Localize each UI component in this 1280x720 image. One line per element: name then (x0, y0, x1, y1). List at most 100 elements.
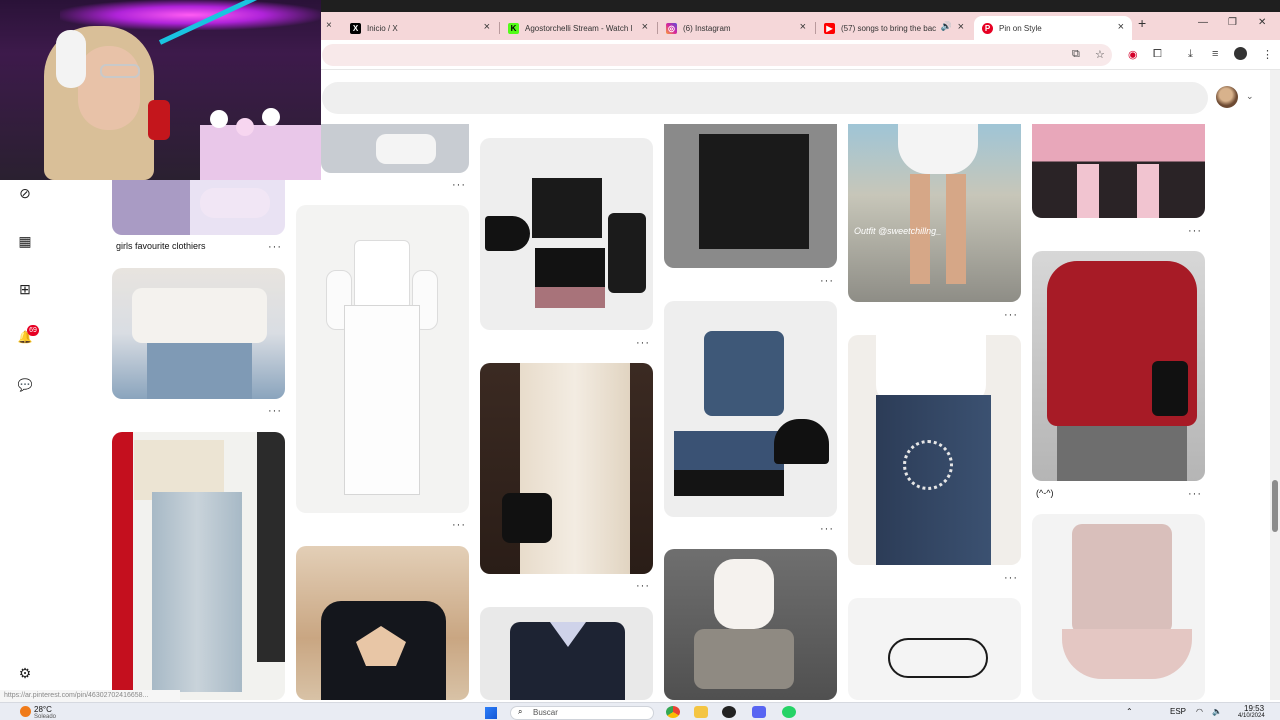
pin-image[interactable] (1032, 251, 1205, 481)
speaker-icon[interactable]: 🔊 (941, 21, 952, 32)
language-indicator[interactable]: ESP (1170, 707, 1186, 716)
white-top-shape (354, 240, 410, 310)
pin-image[interactable]: Outfit @sweetchillng_ (848, 124, 1021, 302)
taskbar-search-box[interactable] (510, 706, 654, 720)
tab-close-icon[interactable]: × (958, 21, 964, 33)
tab-youtube[interactable]: ▶ (57) songs to bring the bac 🔊 × (816, 16, 972, 40)
pin-image[interactable] (480, 138, 653, 330)
pin-more-icon[interactable]: ··· (636, 337, 650, 349)
tab-x[interactable]: X Inicio / X × (342, 16, 498, 40)
browser-menu-icon[interactable]: ⋮ (1262, 48, 1273, 61)
pin-image[interactable] (480, 363, 653, 574)
tab-close-icon[interactable]: × (642, 21, 648, 33)
tab-close-icon[interactable]: × (326, 20, 332, 31)
microphone-icon (148, 100, 170, 140)
create-pin-icon[interactable]: ⊞ (16, 280, 34, 298)
maximize-button[interactable]: ❐ (1228, 17, 1237, 28)
pin-caption[interactable]: girls favourite clothiers (116, 241, 206, 251)
file-explorer-icon[interactable] (694, 706, 708, 718)
pin-overlay-text: Outfit @sweetchillng_ (854, 226, 942, 236)
pin-image[interactable] (848, 335, 1021, 565)
clock-time[interactable]: 19:53 (1244, 704, 1264, 713)
pin-image[interactable] (112, 268, 285, 399)
tab-close-icon[interactable]: × (1118, 21, 1124, 33)
obs-app-icon[interactable] (722, 706, 736, 718)
download-icon[interactable]: ⤓ (1188, 48, 1193, 61)
weather-sun-icon[interactable] (20, 706, 31, 717)
discord-app-icon[interactable] (752, 706, 766, 718)
user-avatar[interactable] (1216, 86, 1238, 108)
pin-more-icon[interactable]: ··· (1188, 488, 1202, 500)
pin-more-icon[interactable]: ··· (820, 275, 834, 287)
bookmark-star-icon[interactable]: ☆ (1095, 48, 1105, 61)
whatsapp-app-icon[interactable] (782, 706, 796, 718)
pin-more-icon[interactable]: ··· (820, 523, 834, 535)
youtube-logo-icon: ▶ (824, 22, 835, 34)
weather-temperature[interactable]: 28°C (34, 705, 52, 714)
tab-close-icon[interactable]: × (800, 21, 806, 33)
volume-icon[interactable]: 🔈 (1212, 707, 1222, 716)
clock-date[interactable]: 4/10/2024 (1238, 713, 1265, 719)
instagram-logo-icon: ◎ (666, 22, 677, 34)
grey-skirt-shape (694, 629, 794, 689)
tab-close-icon[interactable]: × (484, 21, 490, 33)
extension-icon[interactable]: ◉ (1128, 48, 1138, 61)
page-scrollbar-thumb[interactable] (1272, 480, 1278, 532)
pin-image[interactable] (296, 546, 469, 700)
pin-image[interactable] (1032, 514, 1205, 700)
bow-detail-shape (888, 638, 988, 678)
pin-more-icon[interactable]: ··· (268, 241, 282, 253)
tab-pinterest[interactable]: P Pin on Style × (974, 16, 1132, 40)
pin-image[interactable] (848, 598, 1021, 700)
pin-image[interactable] (112, 432, 285, 700)
pin-image[interactable] (480, 607, 653, 700)
ruffle-hem-shape (1062, 629, 1192, 679)
tray-chevron-icon[interactable]: ⌃ (1126, 707, 1133, 716)
shoes-shape (376, 134, 436, 164)
pin-image[interactable] (664, 549, 837, 700)
close-window-button[interactable]: ✕ (1258, 17, 1266, 28)
boards-icon[interactable]: ▦ (16, 232, 34, 250)
pin-image[interactable] (664, 124, 837, 268)
address-input[interactable] (322, 44, 1112, 66)
extensions-puzzle-icon[interactable]: ⧠ (1153, 48, 1162, 61)
pin-image[interactable] (112, 180, 285, 235)
pin-more-icon[interactable]: ··· (1004, 309, 1018, 321)
reading-list-icon[interactable]: ≡ (1212, 48, 1218, 60)
black-boots-shape (608, 213, 646, 293)
profile-avatar-icon[interactable] (1234, 47, 1247, 60)
pinterest-search-bar[interactable] (322, 82, 1208, 114)
pin-more-icon[interactable]: ··· (452, 519, 466, 531)
pin-more-icon[interactable]: ··· (1188, 225, 1202, 237)
pin-image[interactable] (296, 205, 469, 513)
page-scrollbar-track[interactable] (1270, 70, 1280, 700)
denim-corset-shape (704, 331, 784, 416)
chevron-down-icon[interactable]: ⌄ (1246, 91, 1254, 102)
lace-jeans-shape (152, 492, 242, 692)
messages-icon[interactable]: 💬 (16, 376, 34, 394)
pin-more-icon[interactable]: ··· (636, 580, 650, 592)
weather-description: Soleado (34, 714, 57, 720)
pin-more-icon[interactable]: ··· (452, 179, 466, 191)
settings-gear-icon[interactable]: ⚙ (16, 664, 34, 682)
tab-label: (57) songs to bring the bac (841, 23, 937, 33)
tab-label: Inicio / X (367, 23, 398, 33)
pink-sock-shape (1077, 164, 1099, 218)
pin-image[interactable] (664, 301, 837, 517)
wifi-icon[interactable]: ◠ (1196, 707, 1203, 716)
minimize-button[interactable]: — (1198, 17, 1208, 28)
leg-shape (946, 174, 966, 284)
pink-sock-shape (1137, 164, 1159, 218)
pin-more-icon[interactable]: ··· (268, 405, 282, 417)
new-tab-button[interactable]: + (1138, 15, 1146, 31)
pin-caption[interactable]: (^-^) (1036, 488, 1053, 498)
pin-image[interactable] (1032, 124, 1205, 218)
windows-start-icon[interactable] (485, 707, 497, 719)
pin-image[interactable] (321, 124, 469, 173)
explore-compass-icon[interactable]: ⊘ (16, 184, 34, 202)
tab-kick-stream[interactable]: K Agostorchelli Stream - Watch l × (500, 16, 656, 40)
pin-more-icon[interactable]: ··· (1004, 572, 1018, 584)
chrome-app-icon[interactable] (666, 706, 680, 718)
install-app-icon[interactable]: ⧉ (1072, 48, 1080, 61)
tab-instagram[interactable]: ◎ (6) Instagram × (658, 16, 814, 40)
